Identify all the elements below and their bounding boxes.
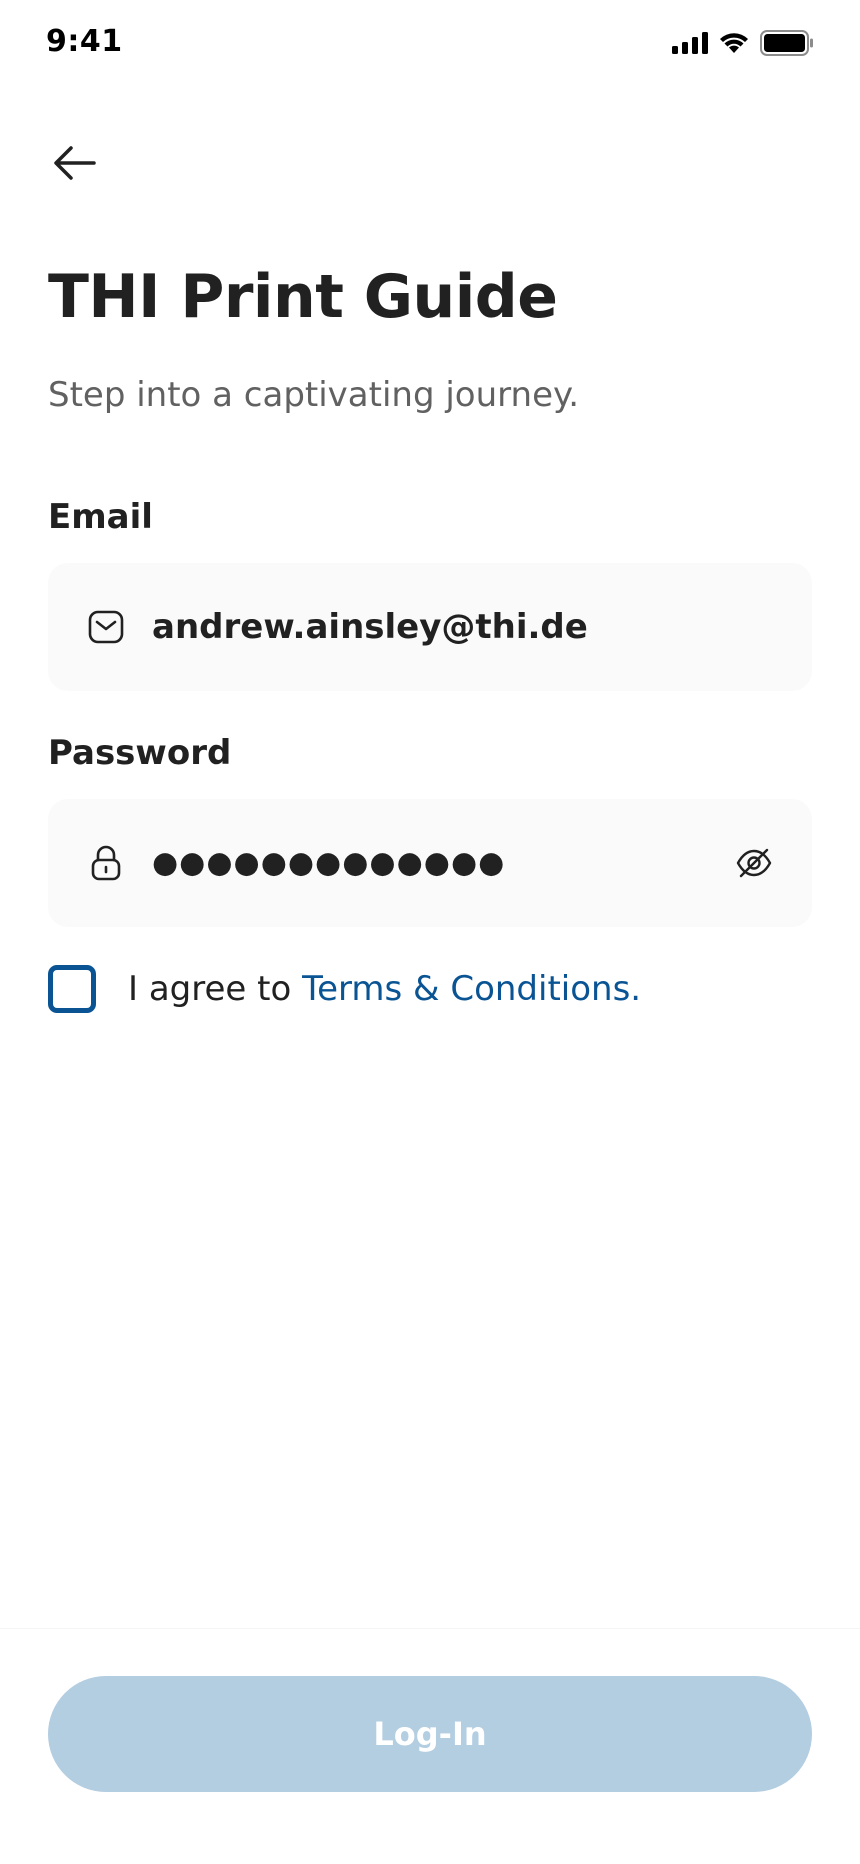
status-time: 9:41 bbox=[46, 24, 123, 59]
login-screen: 9:41 THI Print Guide Step into a captiva… bbox=[0, 0, 860, 1864]
email-value[interactable]: andrew.ainsley@thi.de bbox=[152, 607, 588, 647]
battery-icon bbox=[760, 30, 814, 60]
password-label: Password bbox=[48, 733, 232, 773]
page-title: THI Print Guide bbox=[48, 262, 558, 332]
password-field[interactable]: ●●●●●●●●●●●●● bbox=[48, 799, 812, 927]
page-subtitle: Step into a captivating journey. bbox=[48, 375, 580, 415]
wifi-icon bbox=[718, 31, 750, 59]
login-button[interactable]: Log-In bbox=[48, 1676, 812, 1792]
signal-icon bbox=[672, 32, 708, 58]
eye-off-icon[interactable] bbox=[734, 843, 774, 883]
terms-checkbox[interactable] bbox=[48, 965, 96, 1013]
email-field[interactable]: andrew.ainsley@thi.de bbox=[48, 563, 812, 691]
arrow-left-icon bbox=[53, 145, 97, 185]
mail-icon bbox=[88, 609, 124, 645]
email-label: Email bbox=[48, 497, 153, 537]
terms-suffix: . bbox=[630, 969, 642, 1009]
bottom-divider bbox=[0, 1628, 860, 1629]
lock-icon bbox=[88, 845, 124, 881]
terms-text: I agree to Terms & Conditions. bbox=[128, 969, 641, 1009]
terms-row: I agree to Terms & Conditions. bbox=[48, 965, 641, 1013]
password-value[interactable]: ●●●●●●●●●●●●● bbox=[152, 846, 505, 881]
back-button[interactable] bbox=[40, 130, 110, 200]
status-bar: 9:41 bbox=[0, 0, 860, 90]
terms-link[interactable]: Terms & Conditions bbox=[302, 969, 630, 1009]
status-icons bbox=[672, 30, 814, 60]
terms-prefix: I agree to bbox=[128, 969, 303, 1009]
